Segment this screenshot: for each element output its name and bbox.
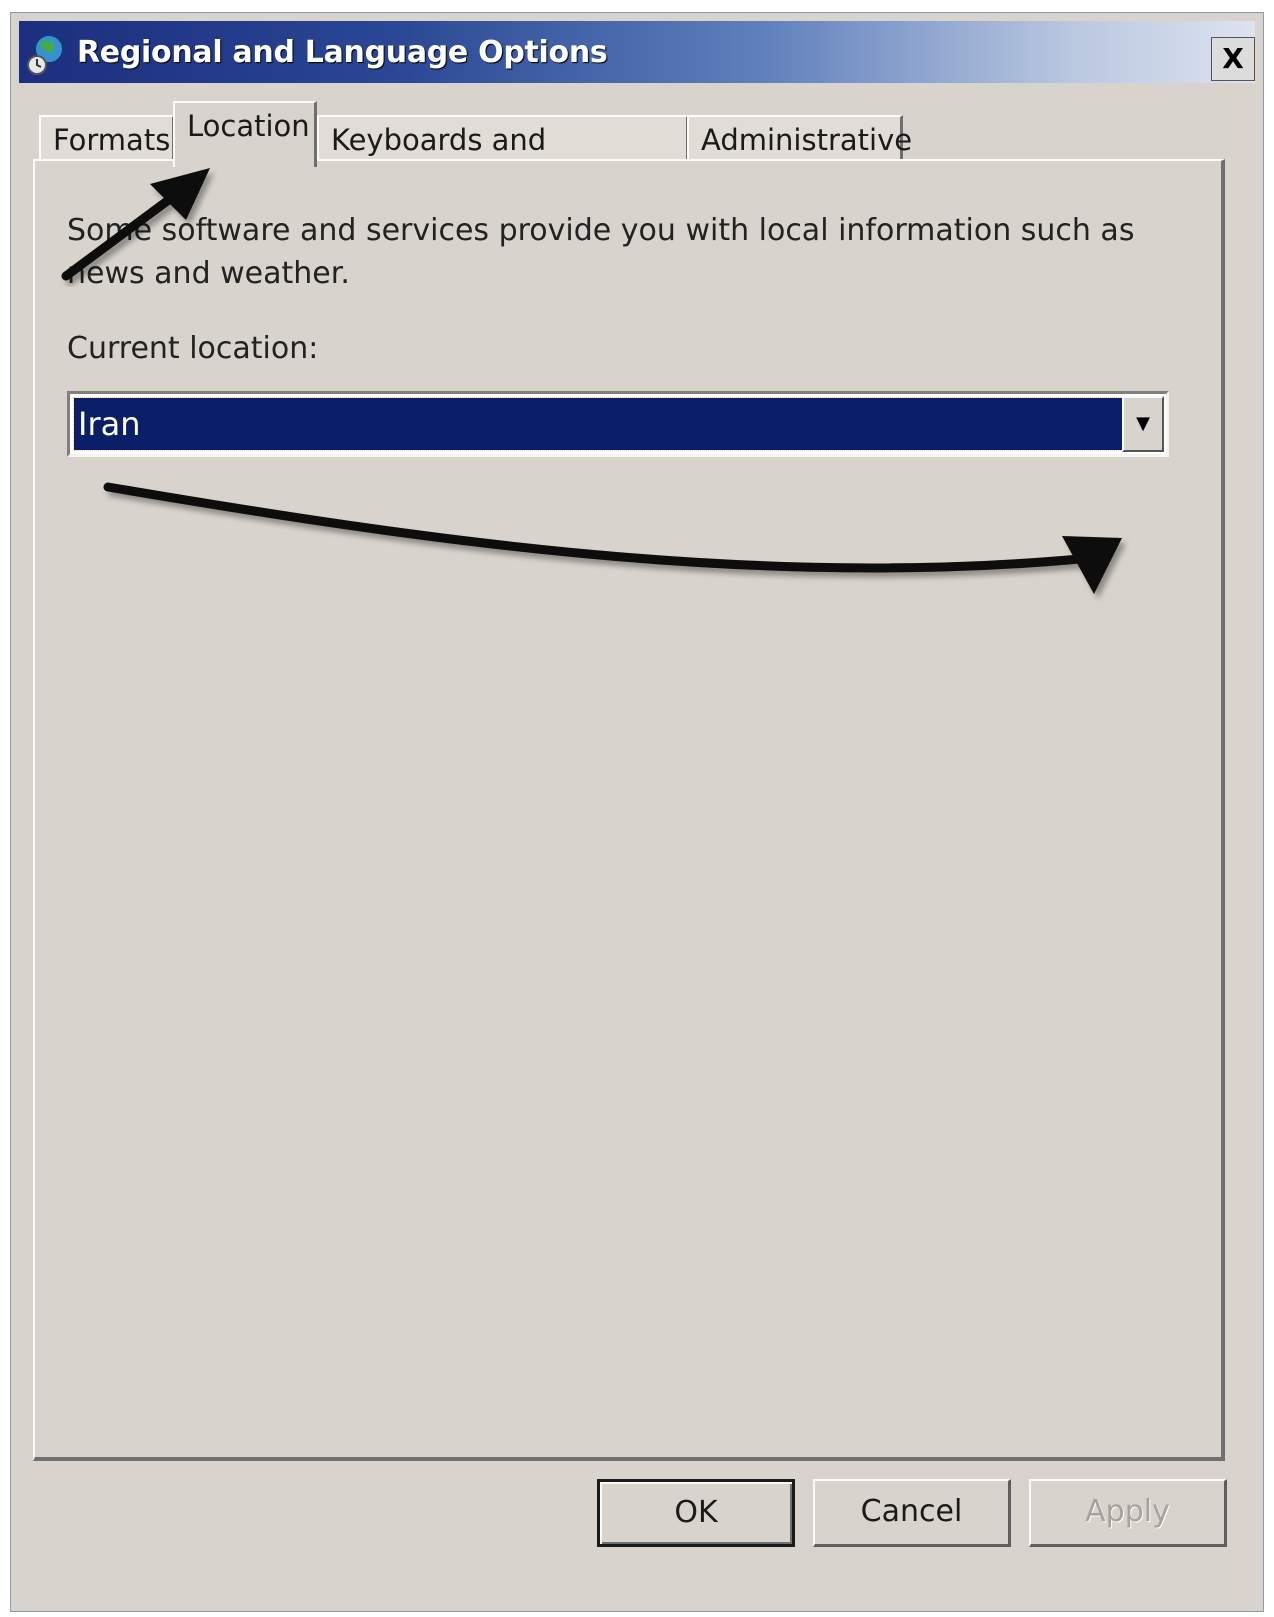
- current-location-value[interactable]: Iran: [73, 397, 1123, 451]
- dialog-window: Regional and Language Options X Formats …: [10, 12, 1264, 1612]
- current-location-dropdown[interactable]: Iran ▼: [67, 391, 1169, 457]
- tab-formats[interactable]: Formats: [39, 115, 175, 165]
- chevron-down-icon[interactable]: ▼: [1122, 396, 1164, 452]
- tab-location[interactable]: Location: [173, 101, 317, 167]
- globe-icon: [27, 34, 64, 75]
- ok-button[interactable]: OK: [597, 1479, 795, 1547]
- location-description: Some software and services provide you w…: [67, 213, 1135, 291]
- title-bar[interactable]: Regional and Language Options X: [19, 21, 1255, 83]
- tab-administrative[interactable]: Administrative: [687, 115, 912, 165]
- close-button[interactable]: X: [1211, 37, 1255, 81]
- current-location-label: Current location:: [67, 331, 319, 366]
- apply-button[interactable]: Apply: [1029, 1479, 1227, 1547]
- cancel-button[interactable]: Cancel: [813, 1479, 1011, 1547]
- window-title: Regional and Language Options: [77, 35, 608, 70]
- tab-keyboards-and-languages[interactable]: Keyboards and Languages: [317, 115, 689, 203]
